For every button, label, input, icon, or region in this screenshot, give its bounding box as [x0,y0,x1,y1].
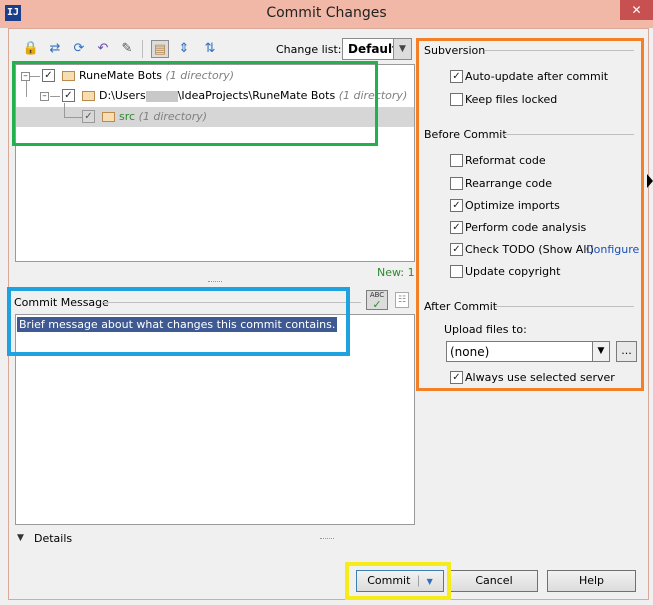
lock-icon[interactable]: 🔒 [22,40,40,58]
cancel-button[interactable]: Cancel [450,570,538,592]
revert-icon[interactable]: ↶ [94,40,112,58]
annotation-frame-orange [416,38,644,391]
changelist-label: Change list: [276,43,342,56]
arrow-right-icon [647,174,653,188]
message-history-icon[interactable]: ☷ [395,292,409,308]
chevron-down-icon[interactable]: ▼ [393,39,411,59]
help-button[interactable]: Help [547,570,636,592]
splitter-handle[interactable] [320,538,334,540]
refresh-icon[interactable]: ⟳ [70,40,88,58]
annotation-frame-blue [7,287,350,356]
collapse-all-icon[interactable]: ⇅ [201,40,219,58]
group-by-directory-icon[interactable]: ▤ [151,40,169,58]
annotation-frame-yellow [345,562,451,600]
splitter-handle[interactable] [208,281,222,283]
details-label[interactable]: Details [34,532,72,545]
compare-icon[interactable]: ⇄ [46,40,64,58]
spellcheck-button[interactable]: ABC ✓ [366,290,388,310]
checkmark-icon: ✓ [372,298,382,311]
expand-all-icon[interactable]: ⇕ [175,40,193,58]
changelist-value: Default [348,42,398,56]
new-files-count: New: 1 [377,266,415,279]
annotation-frame-green [12,61,378,146]
chevron-down-icon[interactable]: ▼ [17,533,24,543]
edit-source-icon[interactable]: ✎ [118,40,136,58]
window-title: Commit Changes [266,5,387,21]
changelist-select[interactable]: Default ▼ [342,38,412,60]
toolbar-separator [142,40,143,58]
close-button[interactable]: ✕ [620,0,653,20]
